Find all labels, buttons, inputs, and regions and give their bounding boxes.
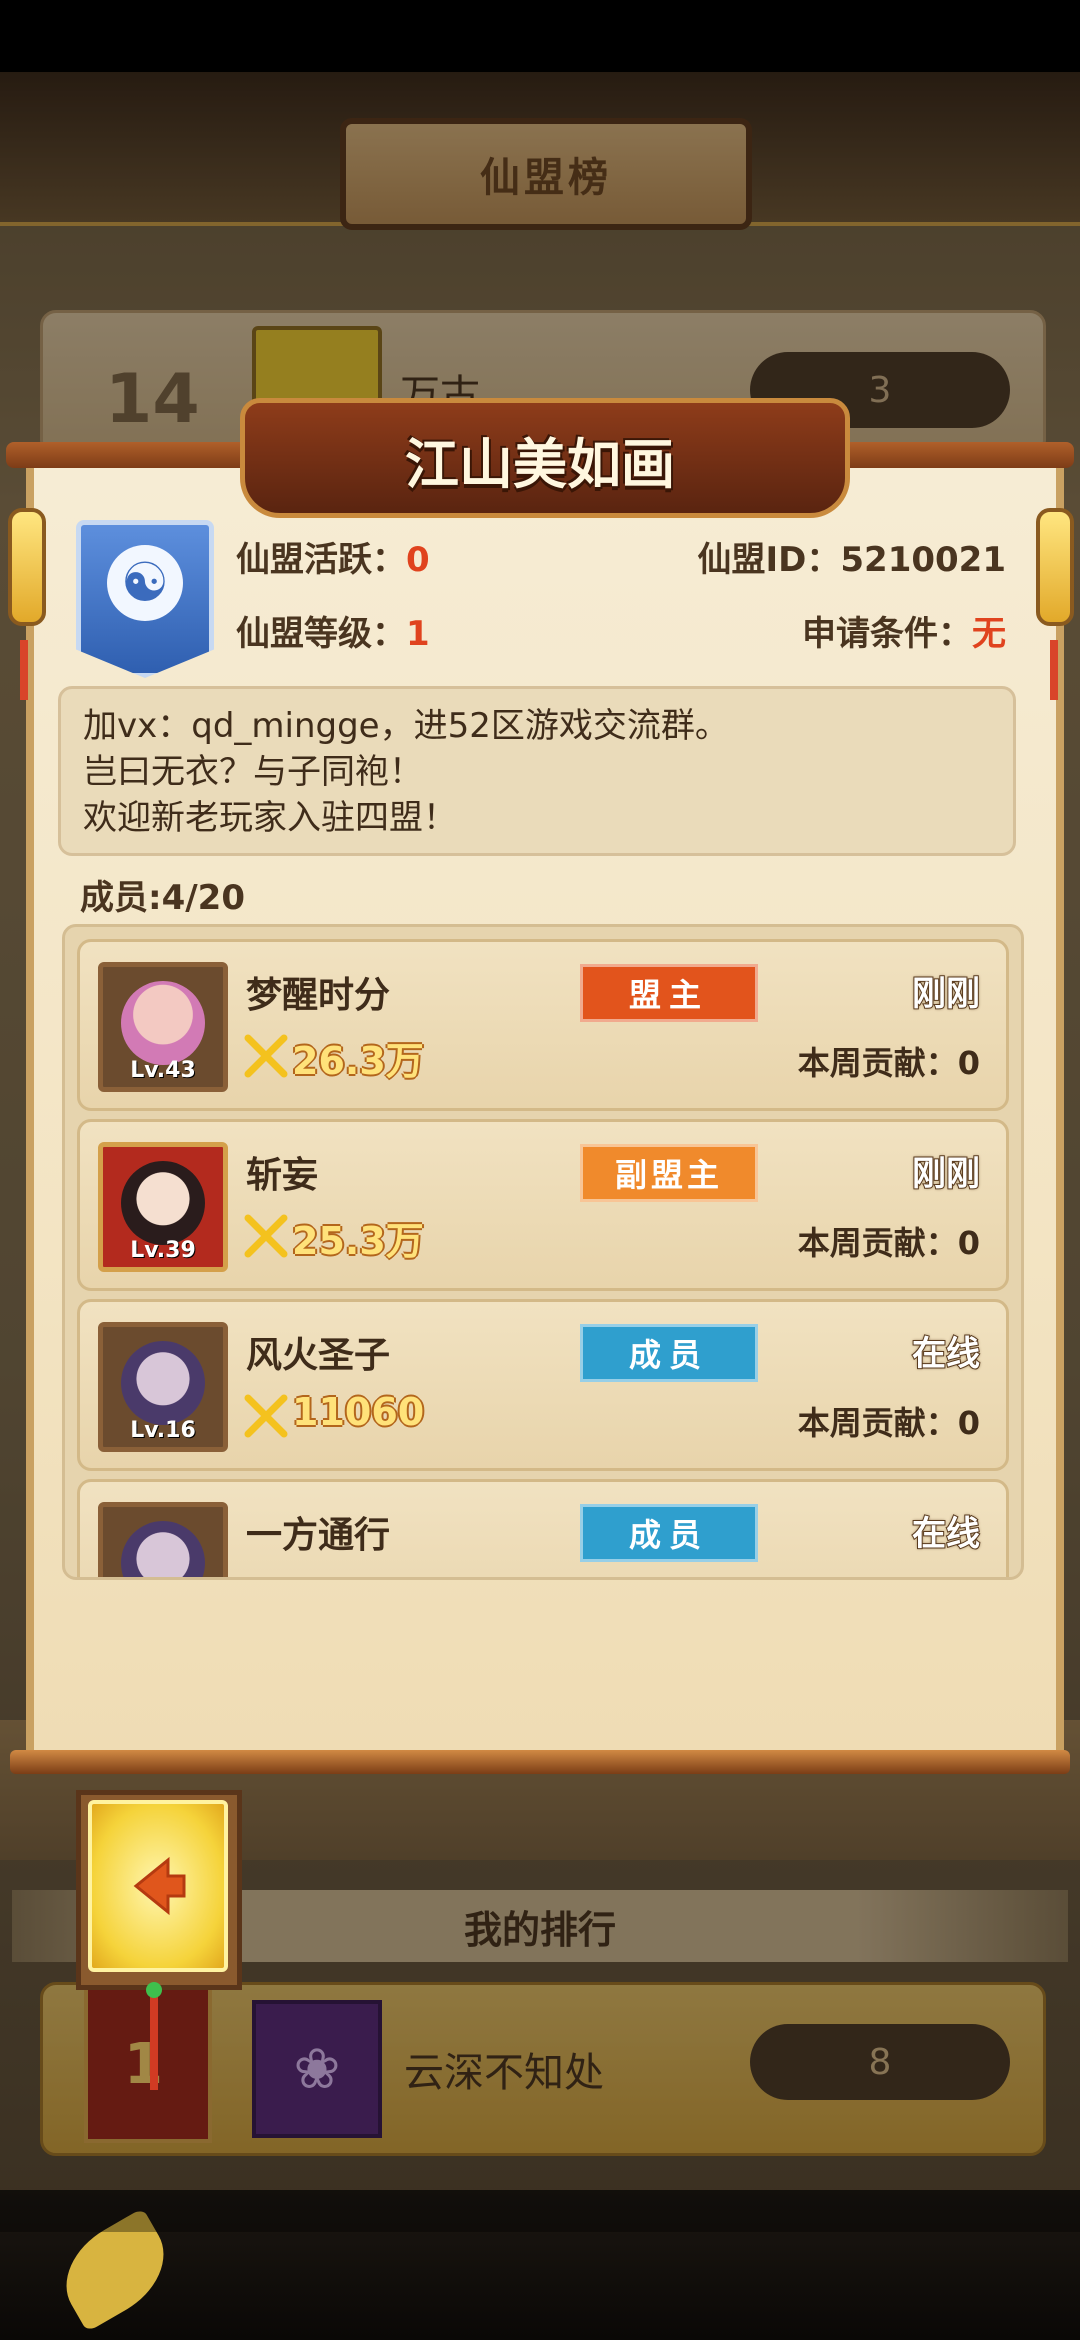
member-power: 25.3万 <box>292 1219 424 1263</box>
member-avatar: Lv.39 <box>98 1142 228 1272</box>
level-row: 仙盟等级：1 <box>236 606 430 655</box>
member-status: 在线 <box>911 1513 981 1555</box>
lantern-right-icon <box>1036 508 1074 626</box>
member-level: Lv.43 <box>130 1058 196 1083</box>
guild-id-value: 5210021 <box>840 540 1006 580</box>
crossed-swords-icon <box>244 1034 288 1078</box>
member-avatar <box>98 1502 228 1577</box>
member-power: 11060 <box>292 1390 425 1434</box>
contribution-value: 0 <box>957 1404 980 1442</box>
member-card[interactable]: Lv.39 斩妄 副盟主 刚刚 25.3万 本周贡献：0 <box>77 1119 1009 1291</box>
guild-title: 江山美如画 <box>405 433 675 496</box>
weekly-contribution: 本周贡献：0 <box>798 1398 980 1444</box>
member-avatar: Lv.43 <box>98 962 228 1092</box>
back-button[interactable] <box>88 1800 228 1972</box>
notice-line: 加vx：qd_mingge，进52区游戏交流群。 <box>83 706 729 746</box>
back-arrow-icon <box>133 1856 186 1916</box>
member-list[interactable]: Lv.43 梦醒时分 盟主 刚刚 26.3万 本周贡献：0 Lv.39 斩妄 副… <box>62 924 1024 1580</box>
guild-emblem: ☯ <box>76 520 214 678</box>
guild-id-label: 仙盟ID： <box>697 540 841 580</box>
level-value: 1 <box>406 614 430 654</box>
guild-notice: 加vx：qd_mingge，进52区游戏交流群。 岂曰无衣？与子同袍！ 欢迎新老… <box>58 686 1016 856</box>
role-badge-vice: 副盟主 <box>580 1144 758 1202</box>
member-card[interactable]: Lv.43 梦醒时分 盟主 刚刚 26.3万 本周贡献：0 <box>77 939 1009 1111</box>
weekly-contribution: 本周贡献：0 <box>798 1038 980 1084</box>
contribution-label: 本周贡献： <box>797 1404 958 1442</box>
tassel-stick <box>150 1990 158 2090</box>
tassel-right <box>1050 640 1058 700</box>
condition-label: 申请条件： <box>802 614 972 654</box>
role-badge-member: 成员 <box>580 1324 758 1382</box>
yin-yang-icon: ☯ <box>107 545 183 621</box>
member-status: 刚刚 <box>911 1153 981 1195</box>
crossed-swords-icon <box>244 1394 288 1438</box>
member-status: 刚刚 <box>911 973 981 1015</box>
activity-row: 仙盟活跃：0 <box>236 532 430 581</box>
member-name: 一方通行 <box>246 1515 391 1556</box>
weekly-contribution: 本周贡献：0 <box>798 1218 980 1264</box>
condition-row: 申请条件：无 <box>802 606 1006 655</box>
role-badge-leader: 盟主 <box>580 964 758 1022</box>
avatar-face <box>121 1161 205 1245</box>
tassel-left <box>20 640 28 700</box>
tassel-bead <box>146 1982 162 1998</box>
member-power: 26.3万 <box>292 1039 424 1083</box>
member-status: 在线 <box>911 1333 981 1375</box>
member-level: Lv.39 <box>130 1238 196 1263</box>
contribution-label: 本周贡献： <box>797 1044 958 1082</box>
avatar-face <box>121 1521 205 1577</box>
contribution-label: 本周贡献： <box>797 1224 958 1262</box>
member-level: Lv.16 <box>130 1418 196 1443</box>
avatar-face <box>121 981 205 1065</box>
member-card[interactable]: Lv.16 风火圣子 成员 在线 11060 本周贡献：0 <box>77 1299 1009 1471</box>
role-badge-member: 成员 <box>580 1504 758 1562</box>
activity-value: 0 <box>406 540 430 580</box>
member-name: 风火圣子 <box>246 1335 391 1376</box>
crossed-swords-icon <box>244 1214 288 1258</box>
activity-label: 仙盟活跃： <box>236 540 406 580</box>
notice-line: 岂曰无衣？与子同袍！ <box>83 752 423 792</box>
member-name: 斩妄 <box>246 1155 319 1196</box>
lantern-left-icon <box>8 508 46 626</box>
member-name: 梦醒时分 <box>246 975 391 1016</box>
level-label: 仙盟等级： <box>236 614 406 654</box>
member-avatar: Lv.16 <box>98 1322 228 1452</box>
contribution-value: 0 <box>957 1044 980 1082</box>
contribution-value: 0 <box>957 1224 980 1262</box>
members-count-label: 成员:4/20 <box>80 878 245 918</box>
notice-line: 欢迎新老玩家入驻四盟！ <box>83 798 457 838</box>
guild-id-row: 仙盟ID：5210021 <box>698 532 1006 581</box>
scroll-rod-bottom <box>10 1750 1070 1774</box>
avatar-face <box>121 1341 205 1425</box>
member-card[interactable]: 一方通行 成员 在线 <box>77 1479 1009 1577</box>
condition-value: 无 <box>972 614 1006 654</box>
